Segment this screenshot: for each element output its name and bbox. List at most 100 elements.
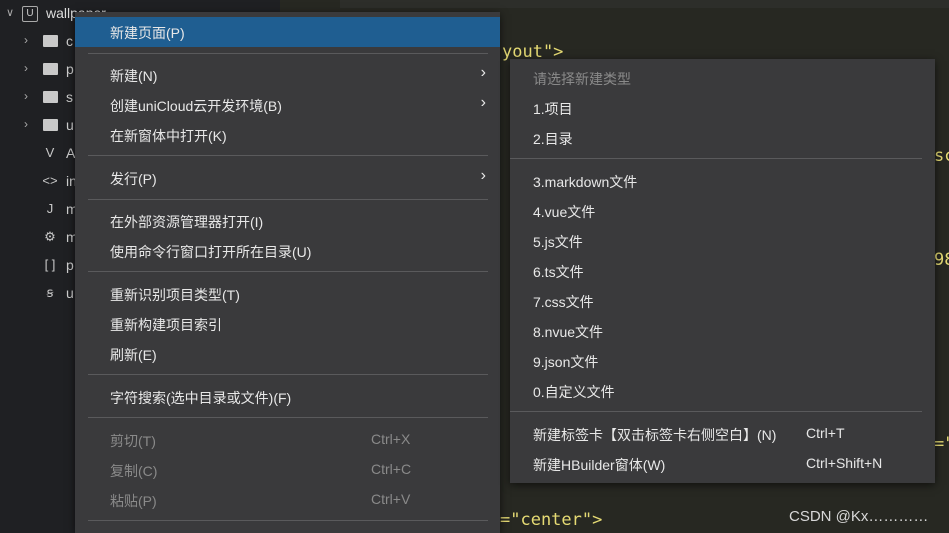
menu-item-publish[interactable]: 发行(P) › (75, 163, 500, 193)
tree-item-label: A (66, 145, 76, 161)
new-submenu: 请选择新建类型 1.项目 2.目录 3.markdown文件 4.vue文件 5… (510, 59, 935, 483)
menu-item-open-terminal[interactable]: 使用命令行窗口打开所在目录(U) (75, 236, 500, 266)
tree-item-label: u (66, 285, 74, 301)
tree-item-label: s (66, 89, 73, 105)
vue-file-icon: V (45, 145, 55, 160)
menu-item-new-markdown[interactable]: 3.markdown文件 (510, 166, 935, 196)
menu-item-create-unicloud[interactable]: 创建uniCloud云开发环境(B) › (75, 90, 500, 120)
menu-item-reidentify-type[interactable]: 重新识别项目类型(T) (75, 279, 500, 309)
menu-item-copy[interactable]: 复制(C) Ctrl+C (75, 455, 500, 485)
menu-item-label: 新建(N) (110, 68, 158, 84)
tree-item-label: c (66, 33, 73, 49)
menu-separator (88, 417, 488, 418)
chevron-right-icon[interactable]: › (24, 117, 28, 131)
csdn-watermark: CSDN @Kx………… (789, 508, 929, 525)
menu-item-label: 刷新(E) (110, 347, 157, 363)
menu-separator (510, 158, 922, 159)
chevron-right-icon[interactable]: › (24, 61, 28, 75)
chevron-down-icon[interactable]: ∨ (6, 6, 14, 19)
menu-item-label: 2.目录 (533, 131, 573, 147)
tree-item-label: p (66, 257, 74, 273)
menu-item-open-explorer[interactable]: 在外部资源管理器打开(I) (75, 206, 500, 236)
menu-item-new-page[interactable]: 新建页面(P) (75, 17, 500, 47)
submenu-header-label: 请选择新建类型 (533, 71, 631, 87)
menu-item-paste[interactable]: 粘贴(P) Ctrl+V (75, 485, 500, 515)
menu-item-label: 使用命令行窗口打开所在目录(U) (110, 244, 312, 260)
menu-separator (88, 520, 488, 521)
submenu-arrow-icon: › (480, 64, 486, 81)
json-file-icon: [ ] (44, 257, 56, 272)
menu-item-new-custom[interactable]: 0.自定义文件 (510, 376, 935, 406)
menu-item-label: 新建HBuilder窗体(W) (533, 457, 666, 473)
menu-item-label: 重新识别项目类型(T) (110, 287, 240, 303)
menu-item-label: 重新构建项目索引 (110, 317, 222, 333)
submenu-header: 请选择新建类型 (510, 63, 935, 93)
tree-item-label: p (66, 61, 74, 77)
menu-separator (88, 155, 488, 156)
menu-item-label: 复制(C) (110, 463, 158, 479)
uni-app-project-icon: U (22, 6, 38, 22)
menu-item-label: 新建标签卡【双击标签卡右侧空白】(N) (533, 427, 777, 443)
menu-item-new[interactable]: 新建(N) › (75, 60, 500, 90)
tree-item-label: u (66, 117, 74, 133)
menu-item-new-nvue[interactable]: 8.nvue文件 (510, 316, 935, 346)
menu-separator (88, 271, 488, 272)
menu-item-new-js[interactable]: 5.js文件 (510, 226, 935, 256)
folder-icon (42, 33, 58, 49)
menu-item-label: 新建页面(P) (110, 25, 185, 41)
menu-item-cut[interactable]: 剪切(T) Ctrl+X (75, 425, 500, 455)
uni-file-icon: ꞩ (46, 285, 54, 300)
menu-item-new-css[interactable]: 7.css文件 (510, 286, 935, 316)
menu-item-shortcut: Ctrl+Shift+N (806, 455, 883, 471)
submenu-arrow-icon: › (480, 94, 486, 111)
menu-item-label: 8.nvue文件 (533, 324, 604, 340)
menu-item-label: 发行(P) (110, 171, 157, 187)
menu-item-new-vue[interactable]: 4.vue文件 (510, 196, 935, 226)
menu-item-open-new-window[interactable]: 在新窗体中打开(K) (75, 120, 500, 150)
menu-item-shortcut: Ctrl+C (371, 461, 412, 477)
editor-tab-strip[interactable] (340, 0, 949, 8)
menu-separator (88, 374, 488, 375)
menu-item-label: 1.项目 (533, 101, 573, 117)
menu-item-label: 0.自定义文件 (533, 384, 615, 400)
menu-item-label: 5.js文件 (533, 234, 583, 250)
menu-item-shortcut: Ctrl+X (371, 431, 411, 447)
menu-item-refresh[interactable]: 刷新(E) (75, 339, 500, 369)
code-fragment[interactable]: =" (934, 434, 949, 454)
chevron-right-icon[interactable]: › (24, 89, 28, 103)
submenu-arrow-icon: › (480, 167, 486, 184)
chevron-right-icon[interactable]: › (24, 33, 28, 47)
menu-item-new-json[interactable]: 9.json文件 (510, 346, 935, 376)
js-file-icon: J (46, 201, 54, 216)
menu-item-text-search[interactable]: 字符搜索(选中目录或文件)(F) (75, 382, 500, 412)
menu-item-label: 在新窗体中打开(K) (110, 128, 227, 144)
menu-item-new-hbuilder-window[interactable]: 新建HBuilder窗体(W) Ctrl+Shift+N (510, 449, 935, 479)
settings-file-icon: ⚙ (44, 229, 56, 244)
code-fragment[interactable]: sc (934, 146, 949, 166)
menu-item-rebuild-index[interactable]: 重新构建项目索引 (75, 309, 500, 339)
menu-item-label: 7.css文件 (533, 294, 594, 310)
menu-item-label: 粘贴(P) (110, 493, 157, 509)
code-fragment[interactable]: 98 (934, 250, 949, 270)
menu-item-label: 在外部资源管理器打开(I) (110, 214, 264, 230)
menu-separator (88, 199, 488, 200)
folder-icon (42, 89, 58, 105)
menu-item-new-directory[interactable]: 2.目录 (510, 123, 935, 153)
menu-item-label: 创建uniCloud云开发环境(B) (110, 98, 282, 114)
menu-separator (510, 411, 922, 412)
menu-item-label: 4.vue文件 (533, 204, 596, 220)
menu-item-shortcut: Ctrl+T (806, 425, 845, 441)
menu-item-new-project[interactable]: 1.项目 (510, 93, 935, 123)
folder-icon (42, 117, 58, 133)
code-line[interactable]: ="center"> (500, 510, 602, 530)
menu-item-shortcut: Ctrl+V (371, 491, 411, 507)
menu-item-new-tab[interactable]: 新建标签卡【双击标签卡右侧空白】(N) Ctrl+T (510, 419, 935, 449)
menu-item-new-ts[interactable]: 6.ts文件 (510, 256, 935, 286)
code-file-icon: <> (42, 173, 58, 188)
folder-icon (42, 61, 58, 77)
menu-item-label: 字符搜索(选中目录或文件)(F) (110, 390, 292, 406)
menu-item-label: 剪切(T) (110, 433, 156, 449)
menu-separator (88, 53, 488, 54)
menu-item-label: 6.ts文件 (533, 264, 584, 280)
menu-item-label: 3.markdown文件 (533, 174, 638, 190)
